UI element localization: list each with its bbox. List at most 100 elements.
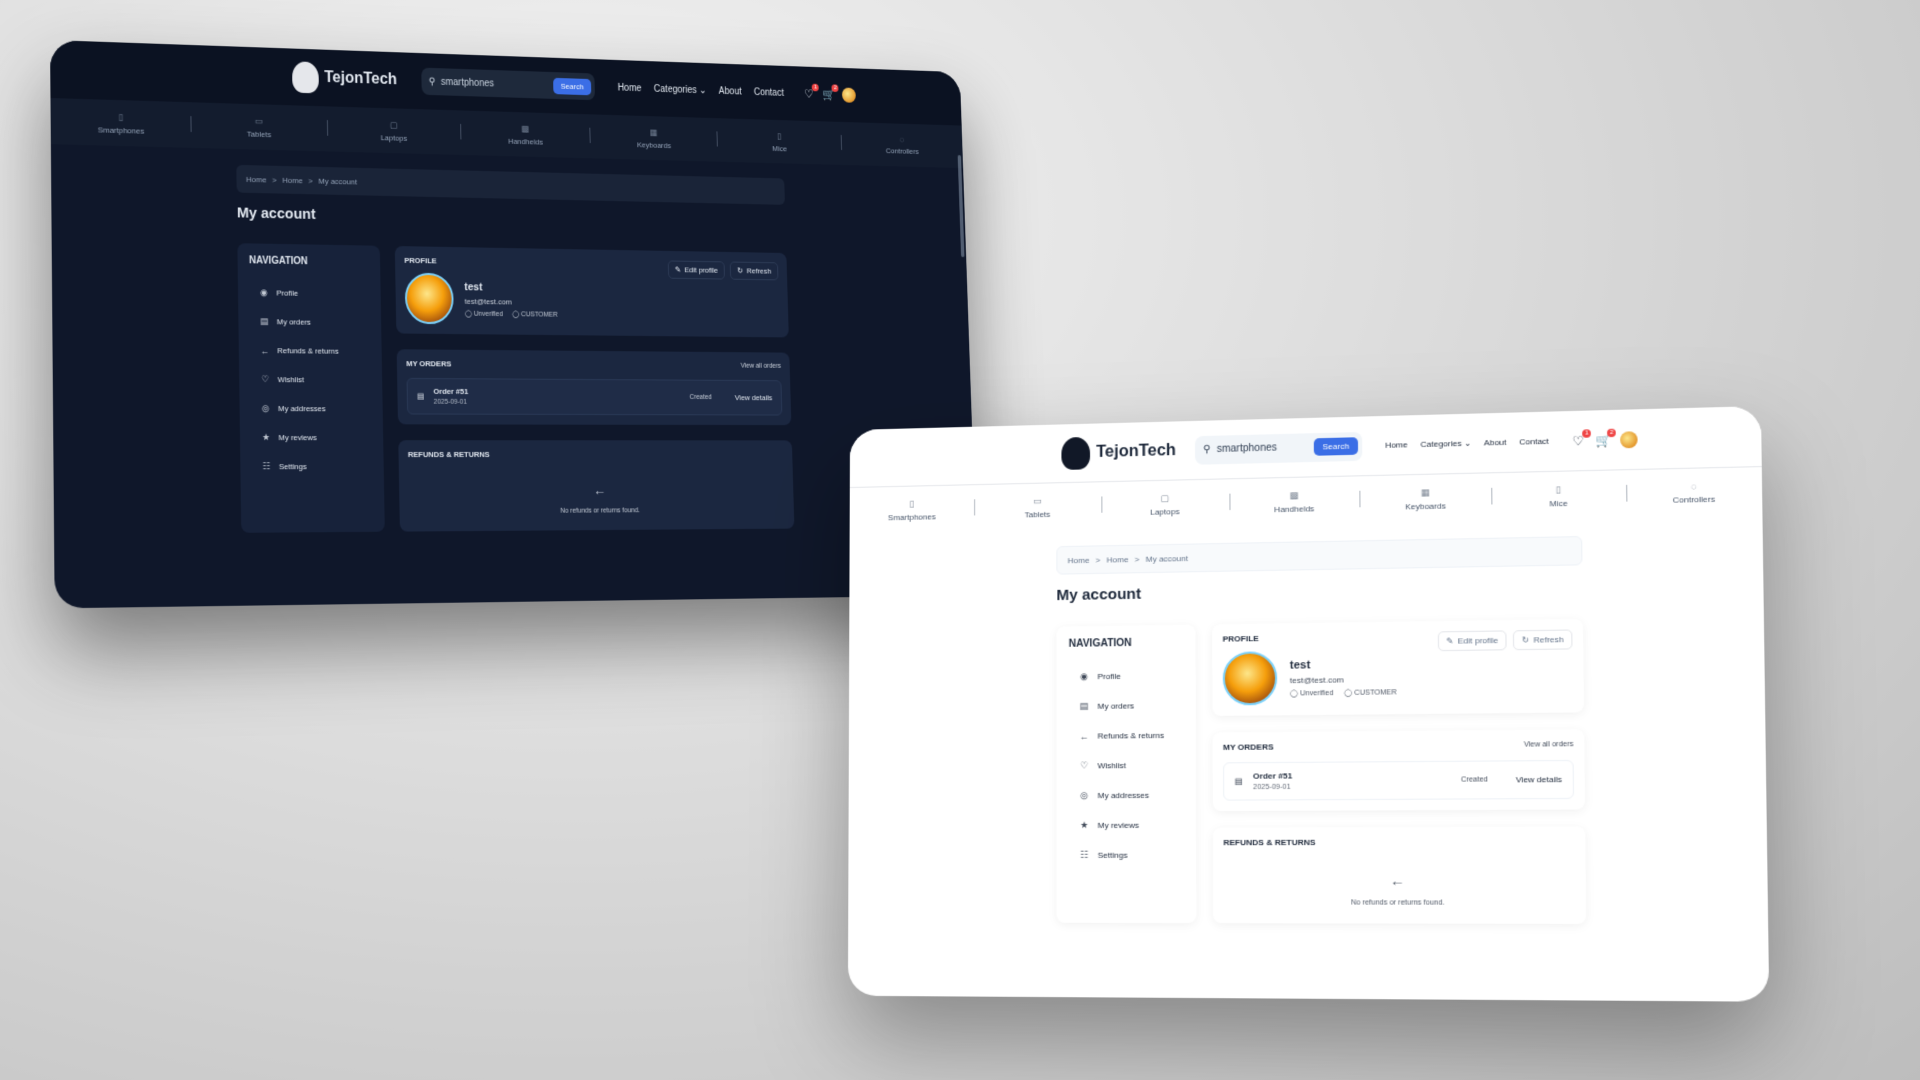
category-keyboards[interactable]: ▦ Keyboards [590, 125, 718, 150]
brand-logo[interactable]: TejonTech [1061, 434, 1176, 470]
role-label: CUSTOMER [521, 310, 558, 319]
nav-about[interactable]: About [719, 86, 742, 97]
sidebar-item-orders[interactable]: ▤ My orders [250, 307, 370, 337]
nav-categories[interactable]: Categories ⌄ [654, 84, 707, 96]
heart-icon: ♡ [261, 374, 270, 385]
nav-contact[interactable]: Contact [754, 87, 784, 98]
search-input[interactable]: smartphones [1217, 442, 1308, 455]
cart-icon[interactable]: 🛒 2 [822, 84, 839, 101]
location-icon: ◎ [1080, 789, 1089, 801]
category-tablets[interactable]: ▭ Tablets [974, 494, 1101, 520]
verification-badge: ◯ Unverified [465, 309, 503, 317]
view-details-link[interactable]: View details [735, 393, 773, 402]
heart-icon[interactable]: ♡ 1 [803, 83, 820, 101]
sidebar-item-wishlist[interactable]: ♡ Wishlist [1069, 750, 1184, 781]
sidebar-item-settings[interactable]: ☷ Settings [1069, 840, 1184, 870]
sidebar-item-refunds[interactable]: ← Refunds & returns [1069, 720, 1184, 751]
breadcrumb-home-2[interactable]: Home [1107, 554, 1129, 564]
category-mice[interactable]: ▯ Mice [1492, 482, 1626, 509]
search-bar[interactable]: ⚲ smartphones Search [1194, 431, 1362, 465]
breadcrumb-home[interactable]: Home [246, 174, 267, 183]
category-label: Tablets [1024, 509, 1051, 519]
sidebar-item-wishlist[interactable]: ♡ Wishlist [251, 365, 372, 395]
sidebar-item-reviews[interactable]: ★ My reviews [251, 423, 372, 452]
category-laptops[interactable]: ▢ Laptops [327, 118, 461, 144]
main-content: Home > Home > My account My account NAVIGA… [236, 164, 795, 533]
search-bar[interactable]: ⚲ smartphones Search [420, 67, 595, 101]
order-row[interactable]: ▤ Order #51 2025-09-01 Created View deta… [406, 377, 783, 416]
sidebar-item-addresses[interactable]: ◎ My addresses [1069, 780, 1184, 810]
category-label: Handhelds [507, 136, 543, 147]
clipboard-icon: ▤ [260, 316, 269, 327]
category-tablets[interactable]: ▭ Tablets [190, 114, 327, 141]
breadcrumb-separator: > [1095, 555, 1101, 565]
sidebar-item-addresses[interactable]: ◎ My addresses [251, 394, 372, 423]
category-controllers[interactable]: ◌ Controllers [1626, 480, 1762, 506]
main-content: Home > Home > My account My account NAVIGA… [1056, 536, 1587, 924]
category-handhelds[interactable]: ▩ Handhelds [1229, 488, 1359, 514]
user-avatar[interactable] [842, 87, 857, 103]
category-label: Keyboards [636, 140, 672, 150]
sliders-icon: ☷ [1080, 849, 1089, 860]
heart-icon[interactable]: ♡ 1 [1570, 428, 1591, 448]
brand-logo[interactable]: TejonTech [291, 61, 397, 96]
sidebar-item-label: My orders [276, 317, 311, 327]
category-controllers[interactable]: ◌ Controllers [841, 133, 963, 157]
sidebar-item-label: Settings [278, 462, 307, 472]
nav-about[interactable]: About [1484, 438, 1506, 448]
profile-name: test [1289, 658, 1311, 672]
refresh-button[interactable]: ↻ Refresh [729, 261, 779, 281]
refresh-button[interactable]: ↻ Refresh [1513, 629, 1573, 651]
category-smartphones[interactable]: ▯ Smartphones [850, 497, 975, 523]
profile-card: PROFILE ✎ Edit profile ↻ Refresh test test… [1212, 618, 1585, 716]
sidebar-item-label: My reviews [1097, 820, 1139, 831]
nav-home[interactable]: Home [618, 82, 642, 93]
sidebar-item-settings[interactable]: ☷ Settings [252, 452, 373, 481]
badger-logo-icon [291, 61, 319, 94]
category-label: Laptops [380, 132, 408, 143]
sidebar-item-orders[interactable]: ▤ My orders [1069, 690, 1184, 721]
category-laptops[interactable]: ▢ Laptops [1101, 491, 1229, 517]
view-all-orders-link[interactable]: View all orders [1524, 741, 1574, 749]
profile-email: test@test.com [464, 296, 512, 306]
search-button[interactable]: Search [1314, 437, 1358, 456]
order-row[interactable]: ▤ Order #51 2025-09-01 Created View deta… [1223, 759, 1575, 801]
order-status: Created [1460, 776, 1488, 784]
star-icon: ★ [1080, 819, 1089, 831]
category-keyboards[interactable]: ▦ Keyboards [1359, 485, 1491, 512]
sidebar-item-label: Refunds & returns [1097, 730, 1165, 741]
view-details-link[interactable]: View details [1516, 775, 1562, 785]
breadcrumb-home-2[interactable]: Home [282, 175, 302, 184]
category-mice[interactable]: ▯ Mice [717, 129, 842, 154]
sidebar-item-reviews[interactable]: ★ My reviews [1069, 810, 1184, 840]
search-button[interactable]: Search [553, 77, 591, 95]
sidebar-item-profile[interactable]: ◉ Profile [1069, 661, 1184, 692]
nav-categories-label: Categories [653, 83, 697, 96]
cart-icon[interactable]: 🛒 2 [1595, 428, 1616, 447]
location-icon: ◎ [261, 403, 270, 414]
laptop-icon: ▢ [1160, 492, 1170, 503]
scrollbar[interactable] [957, 155, 965, 258]
category-label: Tablets [246, 129, 272, 139]
sidebar-item-label: My orders [1097, 701, 1135, 711]
nav-contact[interactable]: Contact [1519, 437, 1549, 447]
category-handhelds[interactable]: ▩ Handhelds [460, 122, 591, 148]
search-input[interactable]: smartphones [441, 76, 548, 90]
sidebar-item-refunds[interactable]: ← Refunds & returns [250, 336, 370, 366]
arrow-left-icon: ← [1389, 872, 1405, 889]
edit-profile-button[interactable]: ✎ Edit profile [667, 260, 726, 280]
user-avatar[interactable] [1620, 430, 1638, 448]
breadcrumb-home[interactable]: Home [1068, 555, 1090, 565]
edit-profile-button[interactable]: ✎ Edit profile [1437, 630, 1507, 652]
category-smartphones[interactable]: ▯ Smartphones [51, 110, 191, 137]
view-all-orders-link[interactable]: View all orders [741, 363, 781, 370]
user-icon: ◉ [260, 287, 268, 298]
sidebar-item-profile[interactable]: ◉ Profile [249, 278, 369, 308]
nav-categories[interactable]: Categories ⌄ [1420, 439, 1471, 450]
breadcrumb-separator: > [272, 175, 277, 185]
laptop-icon: ▢ [389, 119, 398, 130]
orders-title: MY ORDERS [1223, 742, 1274, 753]
wishlist-badge: 1 [812, 83, 820, 92]
refunds-empty-text: No refunds or returns found. [1350, 899, 1445, 907]
nav-home[interactable]: Home [1385, 440, 1408, 450]
